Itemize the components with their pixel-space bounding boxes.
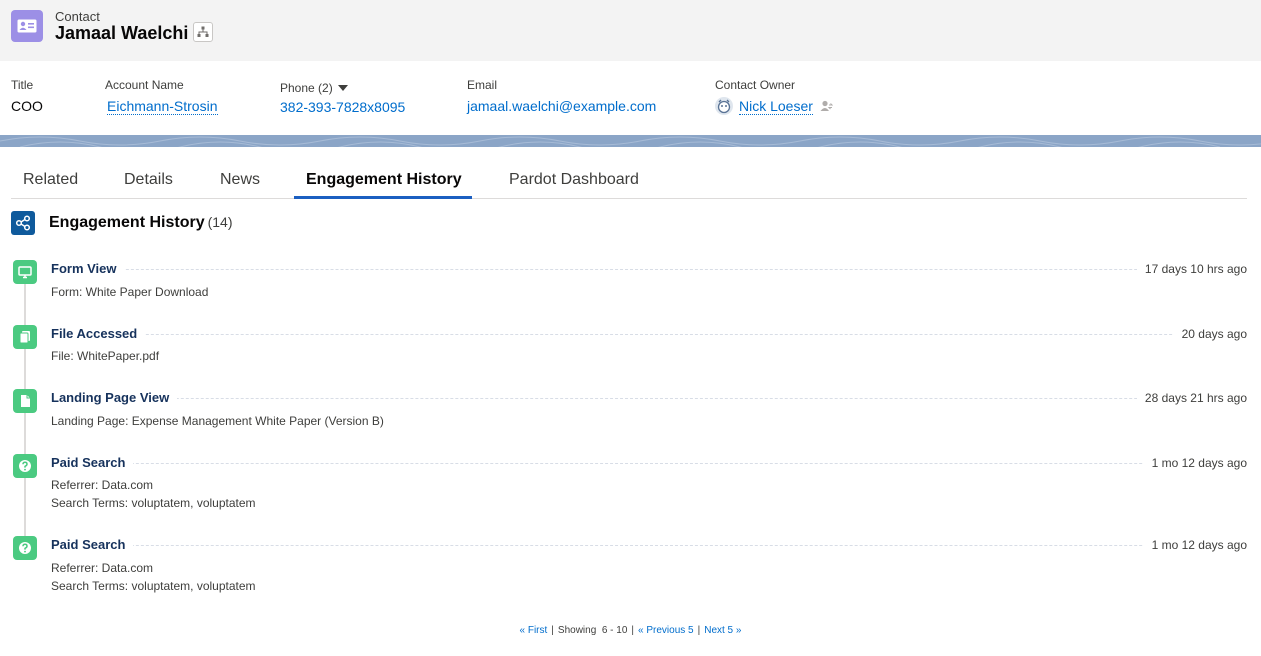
first-page-link[interactable]: « First <box>520 625 548 636</box>
card-title: Engagement History (14) <box>49 214 233 232</box>
previous-page-link[interactable]: « Previous 5 <box>638 625 694 636</box>
item-divider <box>51 398 1247 399</box>
contact-card-icon <box>11 10 43 42</box>
pagination: « First | Showing 6 - 10 | « Previous 5 | Next… <box>519 625 742 636</box>
showing-label: Showing <box>557 625 597 636</box>
item-title[interactable]: Landing Page View <box>51 390 178 405</box>
title-value: COO <box>11 98 43 114</box>
timeline-line <box>24 282 26 554</box>
next-page-link[interactable]: Next 5 » <box>704 625 741 636</box>
tab-pardot-dashboard[interactable]: Pardot Dashboard <box>509 171 639 189</box>
item-divider <box>51 545 1247 546</box>
account-link[interactable]: Eichmann-Strosin <box>107 98 218 115</box>
item-time: 28 days 21 hrs ago <box>1136 391 1247 405</box>
owner-field: Contact Owner Nick Loeser <box>715 78 833 115</box>
showing-range: 6 - 10 <box>601 625 628 636</box>
email-link[interactable]: jamaal.waelchi@example.com <box>467 98 656 114</box>
title-label: Title <box>11 78 34 92</box>
page-icon <box>13 389 37 413</box>
object-type-label: Contact <box>55 9 100 24</box>
monitor-icon <box>13 260 37 284</box>
record-name: Jamaal Waelchi <box>55 23 189 43</box>
phone-label-row: Phone (2) <box>280 81 405 95</box>
item-detail: Search Terms: voluptatem, voluptatem <box>51 496 256 510</box>
item-divider <box>51 269 1247 270</box>
item-time: 1 mo 12 days ago <box>1143 456 1247 470</box>
item-detail: Referrer: Data.com <box>51 478 154 492</box>
card-count: (14) <box>207 214 233 230</box>
tab-news[interactable]: News <box>220 171 260 189</box>
item-divider <box>51 334 1247 335</box>
email-field: Email jamaal.waelchi@example.com <box>467 78 656 114</box>
tab-related[interactable]: Related <box>23 171 78 189</box>
item-detail: Referrer: Data.com <box>51 561 154 575</box>
email-label: Email <box>467 78 498 92</box>
title-field: Title COO <box>11 78 43 114</box>
record-header: Contact Jamaal Waelchi <box>0 0 1261 61</box>
item-time: 1 mo 12 days ago <box>1143 538 1247 552</box>
active-tab-indicator <box>294 196 472 199</box>
item-time: 17 days 10 hrs ago <box>1136 262 1247 276</box>
engagement-icon <box>11 211 35 235</box>
item-detail: Landing Page: Expense Management White P… <box>51 414 384 428</box>
tab-details[interactable]: Details <box>124 171 173 189</box>
item-detail: Search Terms: voluptatem, voluptatem <box>51 579 256 593</box>
account-field: Account Name Eichmann-Strosin <box>105 78 218 116</box>
question-icon <box>13 454 37 478</box>
item-title[interactable]: Paid Search <box>51 455 134 470</box>
phone-label: Phone (2) <box>280 81 333 95</box>
account-label: Account Name <box>105 78 184 92</box>
phone-link[interactable]: 382-393-7828x8095 <box>280 99 405 115</box>
tab-bar: Related Details News Engagement History … <box>11 161 1247 199</box>
item-detail: Form: White Paper Download <box>51 285 209 299</box>
phone-field: Phone (2) 382-393-7828x8095 <box>280 78 405 115</box>
owner-row: Nick Loeser <box>715 97 833 115</box>
tab-engagement-history[interactable]: Engagement History <box>306 171 462 189</box>
item-divider <box>51 463 1247 464</box>
item-title[interactable]: Paid Search <box>51 537 134 552</box>
files-icon <box>13 325 37 349</box>
item-title[interactable]: File Accessed <box>51 326 146 341</box>
header-banner <box>0 135 1261 147</box>
item-title[interactable]: Form View <box>51 261 125 276</box>
owner-label: Contact Owner <box>715 78 796 92</box>
highlights-panel: Title COO Account Name Eichmann-Strosin … <box>0 61 1261 135</box>
question-icon <box>13 536 37 560</box>
item-detail: File: WhitePaper.pdf <box>51 349 160 363</box>
change-owner-icon[interactable] <box>819 99 833 113</box>
item-time: 20 days ago <box>1173 327 1247 341</box>
hierarchy-icon <box>197 26 209 37</box>
card-title-text: Engagement History <box>49 214 205 231</box>
chevron-down-icon[interactable] <box>337 84 349 92</box>
hierarchy-button[interactable] <box>193 22 213 42</box>
avatar <box>715 97 733 115</box>
owner-link[interactable]: Nick Loeser <box>739 98 813 115</box>
